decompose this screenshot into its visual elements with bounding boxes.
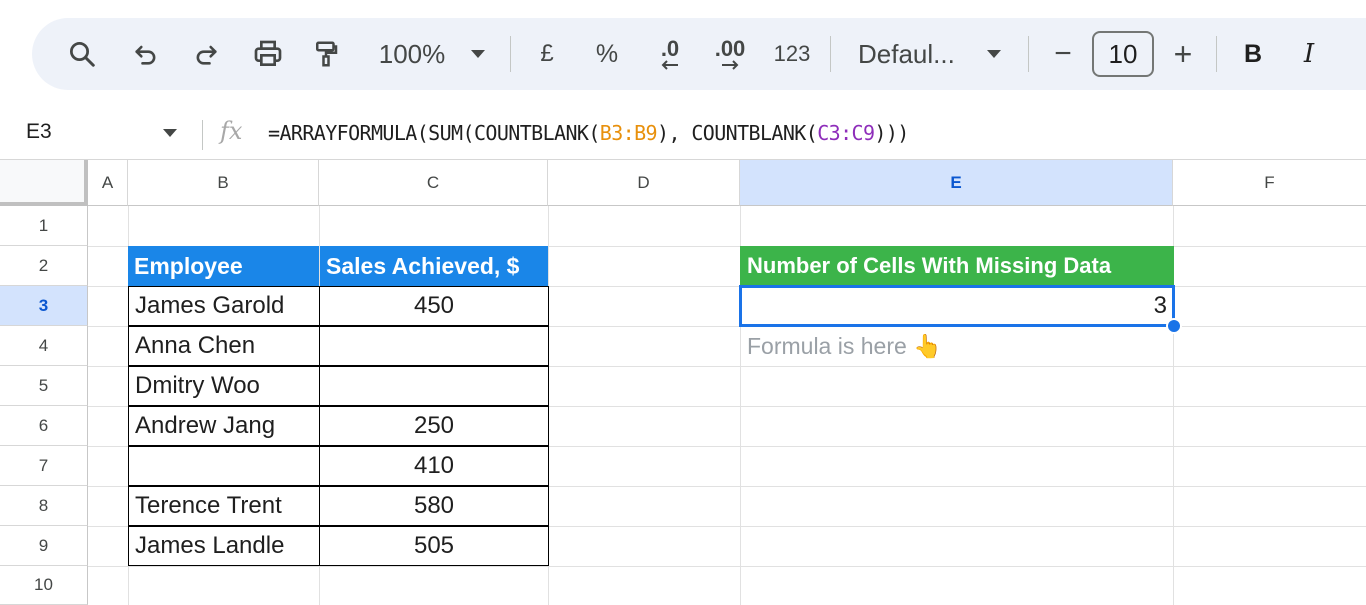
row-header-5[interactable]: 5	[0, 366, 88, 406]
toolbar-divider	[510, 36, 511, 72]
cell-selection-outline	[739, 285, 1175, 327]
select-all-corner[interactable]	[0, 160, 88, 206]
table-cell-employee[interactable]: Terence Trent	[128, 486, 320, 526]
grid-line	[88, 566, 1366, 567]
row-header-9[interactable]: 9	[0, 526, 88, 566]
row-header-7[interactable]: 7	[0, 446, 88, 486]
table-cell-employee[interactable]: Andrew Jang	[128, 406, 320, 446]
fx-icon: fx	[220, 117, 243, 145]
increase-decimals-button[interactable]: .00	[708, 18, 752, 90]
table-cell-sales[interactable]: 450	[319, 286, 549, 326]
column-header-b[interactable]: B	[128, 160, 319, 206]
row-header-3[interactable]: 3	[0, 286, 88, 326]
formula-note[interactable]: Formula is here 👆	[740, 326, 1173, 366]
table-cell-sales[interactable]	[319, 326, 549, 366]
table-cell-employee[interactable]: Anna Chen	[128, 326, 320, 366]
toolbar: 100% £ % .0 .00 123 Defaul... − 10 + B I	[32, 18, 1366, 90]
table-header-sales[interactable]: Sales Achieved, $	[320, 246, 548, 286]
decrease-decimals-label: .0	[660, 36, 680, 61]
column-header-e[interactable]: E	[740, 160, 1173, 206]
result-header[interactable]: Number of Cells With Missing Data	[740, 246, 1174, 286]
currency-format-button[interactable]: £	[532, 18, 562, 90]
row-header-4[interactable]: 4	[0, 326, 88, 366]
zoom-select[interactable]: 100%	[372, 18, 452, 90]
column-header-d[interactable]: D	[548, 160, 740, 206]
table-cell-employee[interactable]	[128, 446, 320, 486]
arrow-right-icon	[722, 60, 739, 70]
toolbar-divider	[1216, 36, 1217, 72]
paint-format-icon[interactable]	[308, 18, 344, 90]
redo-icon[interactable]	[188, 18, 224, 90]
name-box[interactable]: E3	[26, 120, 52, 144]
table-cell-sales[interactable]	[319, 366, 549, 406]
row-header-6[interactable]: 6	[0, 406, 88, 446]
formula-input[interactable]: =ARRAYFORMULA(SUM(COUNTBLANK(B3:B9), COU…	[268, 121, 909, 145]
spreadsheet-grid: A B C D E F 1 2 3 4 5 6 7 8 9 10 Employe…	[0, 160, 1366, 605]
row-header-1[interactable]: 1	[0, 206, 88, 246]
table-cell-employee[interactable]: James Landle	[128, 526, 320, 566]
table-cell-sales[interactable]: 410	[319, 446, 549, 486]
row-header-2[interactable]: 2	[0, 246, 88, 286]
increase-font-size-button[interactable]: +	[1168, 18, 1198, 90]
font-family-select[interactable]: Defaul...	[858, 18, 964, 90]
row-header-8[interactable]: 8	[0, 486, 88, 526]
print-icon[interactable]	[248, 18, 288, 90]
formula-part: )))	[874, 121, 909, 145]
table-cell-sales[interactable]: 250	[319, 406, 549, 446]
table-cell-sales[interactable]: 580	[319, 486, 549, 526]
font-caret-icon[interactable]	[984, 18, 1004, 90]
table-cell-employee[interactable]: Dmitry Woo	[128, 366, 320, 406]
zoom-caret-icon[interactable]	[468, 18, 488, 90]
column-header-f[interactable]: F	[1173, 160, 1366, 206]
fill-handle[interactable]	[1166, 318, 1182, 334]
row-header-10[interactable]: 10	[0, 566, 88, 605]
font-size-input[interactable]: 10	[1092, 31, 1154, 77]
toolbar-divider	[1028, 36, 1029, 72]
column-header-c[interactable]: C	[319, 160, 548, 206]
table-header-employee[interactable]: Employee	[128, 246, 319, 286]
formula-bar-divider	[202, 120, 203, 150]
undo-icon[interactable]	[128, 18, 164, 90]
column-header-a[interactable]: A	[88, 160, 128, 206]
formula-part: ), COUNTBLANK(	[657, 121, 818, 145]
formula-part: =ARRAYFORMULA(SUM(COUNTBLANK(	[268, 121, 600, 145]
name-box-caret-icon[interactable]	[163, 129, 177, 137]
percent-format-button[interactable]: %	[592, 18, 622, 90]
formula-range-ref: B3:B9	[599, 121, 658, 145]
decrease-font-size-button[interactable]: −	[1048, 18, 1078, 90]
table-cell-employee[interactable]: James Garold	[128, 286, 320, 326]
table-cell-sales[interactable]: 505	[319, 526, 549, 566]
decrease-decimals-button[interactable]: .0	[648, 18, 692, 90]
more-formats-button[interactable]: 123	[768, 18, 816, 90]
toolbar-divider	[830, 36, 831, 72]
italic-button[interactable]: I	[1294, 18, 1324, 90]
formula-range-ref: C3:C9	[817, 121, 875, 145]
increase-decimals-label: .00	[714, 36, 746, 61]
arrow-left-icon	[661, 60, 678, 70]
bold-button[interactable]: B	[1238, 18, 1268, 90]
search-icon[interactable]	[62, 18, 102, 90]
